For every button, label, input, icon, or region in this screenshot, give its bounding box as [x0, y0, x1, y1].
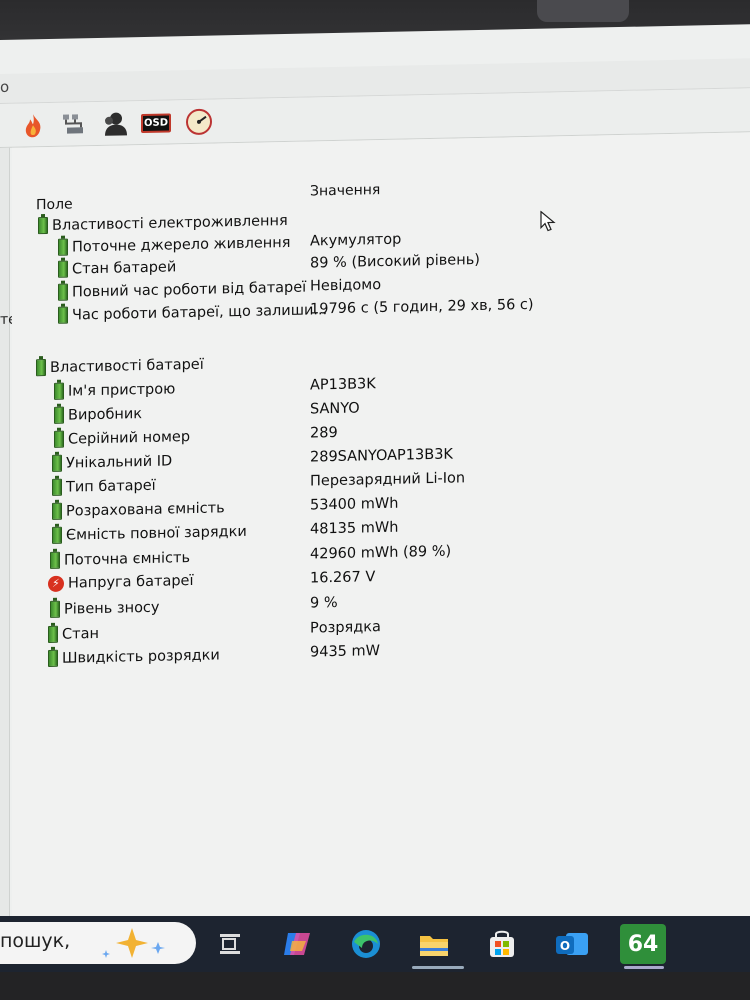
row-name: Поточна ємність	[64, 549, 191, 569]
column-header-field[interactable]: Поле	[36, 196, 73, 213]
battery-icon	[54, 382, 64, 400]
row-name: Повний час роботи від батареї	[72, 279, 307, 300]
battery-icon	[38, 216, 48, 235]
osd-label: OSD	[141, 112, 172, 133]
store-icon[interactable]	[482, 924, 522, 964]
battery-icon	[54, 430, 64, 448]
row-value: Перезарядний Li-Ion	[310, 470, 466, 490]
search-box[interactable]: пошук,	[0, 922, 196, 964]
column-header-value[interactable]: Значення	[310, 182, 380, 199]
battery-icon	[52, 478, 62, 496]
row-name: Рівень зносу	[64, 599, 160, 618]
task-view-icon[interactable]	[210, 924, 250, 964]
left-pane[interactable]	[0, 147, 10, 968]
battery-icon	[58, 306, 68, 324]
section-title: Властивості батареї	[50, 356, 204, 376]
flame-icon[interactable]	[18, 111, 48, 140]
row-name: Ємність повної зарядки	[66, 523, 247, 544]
aida64-label: 64	[627, 931, 659, 957]
row-value: 9435 mW	[310, 643, 380, 661]
row-value: Невідомо	[310, 277, 382, 295]
battery-icon	[52, 454, 62, 472]
mouse-cursor-icon	[540, 210, 556, 232]
row-name: Швидкість розрядки	[62, 646, 220, 667]
row-value: AP13B3K	[310, 376, 376, 394]
battery-icon	[50, 551, 60, 569]
row-name: Виробник	[68, 405, 143, 424]
section-title: Властивості електроживлення	[52, 212, 288, 234]
gauge-icon[interactable]	[184, 108, 214, 137]
row-name: Стан батарей	[72, 258, 177, 277]
active-app-indicator	[412, 966, 464, 969]
battery-icon	[48, 649, 58, 667]
row-value: 19796 с (5 годин, 29 хв, 56 с)	[310, 296, 534, 318]
copilot-icon[interactable]	[278, 924, 318, 964]
user-icon[interactable]	[100, 109, 130, 138]
row-name: Тип батареї	[66, 477, 156, 496]
bottom-bezel	[0, 972, 750, 1000]
running-app-indicator	[624, 966, 664, 969]
top-tab	[537, 0, 629, 22]
row-value: Розрядка	[310, 619, 381, 637]
row-value: 289	[310, 424, 338, 442]
row-value: 89 % (Високий рівень)	[310, 251, 480, 272]
row-name: Розрахована ємність	[66, 499, 225, 520]
screen: o OSD тер Поле Значення Властивості елек…	[0, 24, 750, 971]
outlook-icon[interactable]: O	[552, 924, 592, 964]
taskbar: пошук, O 64	[0, 916, 750, 972]
battery-icon	[52, 526, 62, 544]
row-name: Поточне джерело живлення	[72, 234, 291, 255]
battery-icon	[54, 406, 64, 424]
row-name: Напруга батареї	[68, 572, 194, 592]
battery-icon	[58, 283, 68, 301]
search-text: пошук,	[0, 930, 71, 952]
row-value: SANYO	[310, 400, 360, 418]
file-explorer-icon[interactable]	[414, 924, 454, 964]
osd-icon[interactable]: OSD	[141, 108, 172, 137]
row-value: 42960 mWh (89 %)	[310, 543, 452, 563]
battery-icon	[58, 260, 68, 278]
voltage-icon: ⚡	[48, 575, 64, 592]
row-value: 53400 mWh	[310, 495, 399, 514]
row-name: Ім'я пристрою	[68, 380, 176, 400]
row-name: Унікальний ID	[66, 452, 173, 472]
battery-icon	[48, 625, 58, 643]
edge-icon[interactable]	[346, 924, 386, 964]
row-value: Акумулятор	[310, 231, 402, 250]
properties-grid: Поле Значення Властивості електроживленн…	[12, 132, 750, 968]
row-value: 16.267 V	[310, 569, 376, 587]
svg-text:O: O	[560, 939, 570, 953]
row-name: Стан	[62, 625, 99, 643]
sparkle-icon	[102, 928, 165, 958]
battery-icon	[50, 600, 60, 618]
battery-icon	[36, 359, 46, 377]
row-value: 289SANYOAP13B3K	[310, 446, 453, 466]
battery-icon	[58, 238, 68, 256]
row-value: 9 %	[310, 594, 338, 612]
row-name: Серійний номер	[68, 428, 191, 448]
app-mark: o	[0, 77, 10, 96]
network-icon[interactable]	[60, 110, 90, 139]
row-name: Час роботи батареї, що залиши...	[72, 301, 328, 323]
battery-icon	[52, 502, 62, 520]
row-value: 48135 mWh	[310, 519, 399, 538]
aida64-icon[interactable]: 64	[620, 924, 666, 964]
